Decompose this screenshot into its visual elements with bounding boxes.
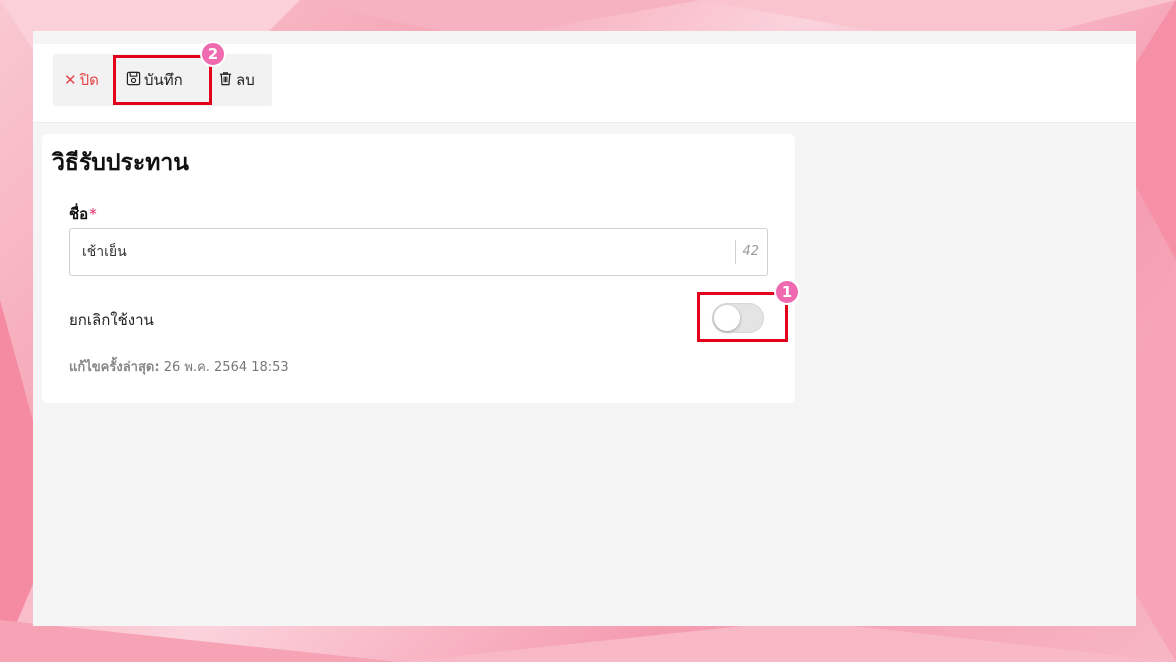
app-window: ✕ ปิด บันทึก ลบ วิธีรับประทาน ชื่อ* เช้า… <box>33 31 1136 626</box>
name-label-text: ชื่อ <box>69 205 89 223</box>
required-mark: * <box>89 205 97 223</box>
toolbar-bar: ✕ ปิด บันทึก ลบ <box>33 44 1136 123</box>
toolbar: ✕ ปิด บันทึก ลบ <box>53 54 272 106</box>
cancel-toggle-label: ยกเลิกใช้งาน <box>69 311 154 329</box>
name-field-label: ชื่อ* <box>69 202 97 226</box>
last-edit-info: แก้ไขครั้งล่าสุด: 26 พ.ค. 2564 18:53 <box>69 356 289 377</box>
step-badge-1: 1 <box>774 279 800 305</box>
last-edit-value: 26 พ.ค. 2564 18:53 <box>163 360 289 375</box>
toggle-knob <box>714 305 740 331</box>
form-card: วิธีรับประทาน ชื่อ* 42 ยกเลิกใช้งาน แก้ไ… <box>42 134 795 403</box>
step-badge-2: 2 <box>200 41 226 67</box>
save-button[interactable]: บันทึก <box>115 54 212 106</box>
save-icon <box>126 71 141 90</box>
delete-label: ลบ <box>236 71 255 89</box>
page-title: วิธีรับประทาน <box>52 150 190 176</box>
close-icon: ✕ <box>64 71 77 89</box>
trash-icon <box>218 71 233 90</box>
cancel-toggle[interactable] <box>712 303 764 333</box>
close-label: ปิด <box>79 71 99 89</box>
close-button[interactable]: ✕ ปิด <box>53 54 115 106</box>
char-counter: 42 <box>735 240 767 264</box>
save-label: บันทึก <box>144 71 183 89</box>
name-field: 42 <box>69 228 768 276</box>
name-input[interactable] <box>70 229 736 275</box>
last-edit-label: แก้ไขครั้งล่าสุด: <box>69 360 160 375</box>
